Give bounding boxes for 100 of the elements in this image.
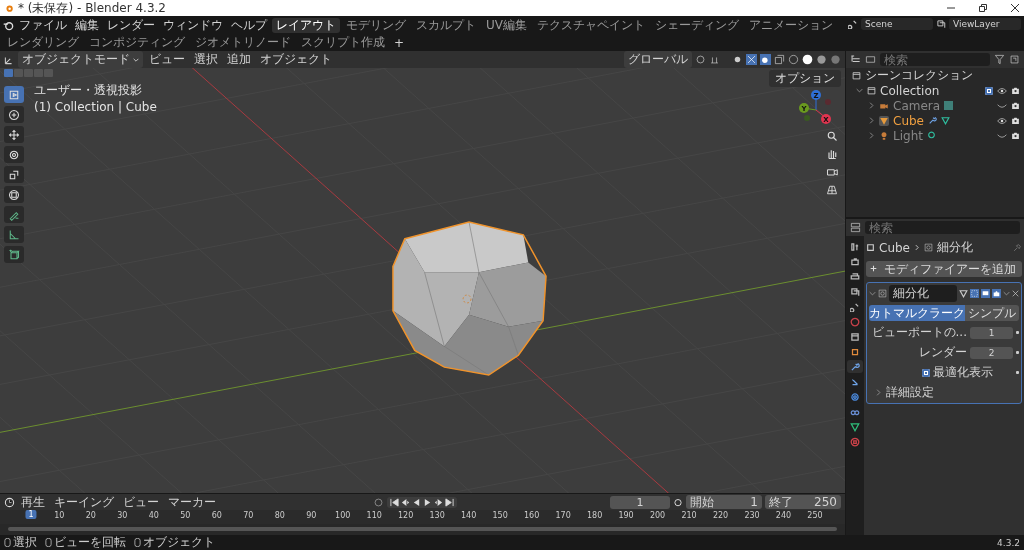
wireframe-shading-icon[interactable] <box>788 54 799 65</box>
tool-button[interactable] <box>4 206 24 223</box>
add-workspace-button[interactable]: + <box>391 35 408 50</box>
tree-item[interactable]: Camera <box>893 98 941 113</box>
camera-icon[interactable] <box>992 289 1001 298</box>
solid-shading-icon[interactable] <box>802 54 813 65</box>
exclude-checkbox[interactable] <box>985 86 993 95</box>
number-field[interactable]: 1 <box>970 326 1013 339</box>
menu-item[interactable]: 再生 <box>18 493 48 511</box>
mode-dropdown[interactable]: オブジェクトモード <box>18 51 143 68</box>
camera-icon[interactable] <box>1011 116 1020 125</box>
eye-icon[interactable] <box>997 86 1007 95</box>
hand-icon[interactable] <box>826 148 838 160</box>
tool-button[interactable] <box>4 226 24 243</box>
eye-icon[interactable] <box>997 116 1007 125</box>
workspace-tab[interactable]: スカルプト <box>412 18 480 33</box>
rendered-shading-icon[interactable] <box>830 54 841 65</box>
camera-icon[interactable] <box>1011 131 1020 140</box>
pivot-icon[interactable] <box>695 54 706 65</box>
blender-logo-icon[interactable] <box>3 20 14 31</box>
visibility-icon[interactable] <box>732 54 743 65</box>
menu-item[interactable]: キーイング <box>51 493 117 511</box>
menu-item[interactable]: 編集 <box>72 17 102 34</box>
scrollbar[interactable] <box>8 527 837 531</box>
number-field[interactable]: 2 <box>970 346 1013 359</box>
workspace-tab[interactable]: スクリプト作成 <box>297 35 389 50</box>
camera-icon[interactable] <box>826 166 838 178</box>
menu-item[interactable]: 追加 <box>224 51 254 68</box>
workspace-tab[interactable]: シェーディング <box>651 18 743 33</box>
jump-end-icon[interactable] <box>444 497 454 507</box>
editor-type-icon[interactable] <box>4 54 15 65</box>
tool-button[interactable] <box>4 186 24 203</box>
gizmo-toggle-icon[interactable] <box>746 54 757 65</box>
clock-icon[interactable] <box>4 496 15 508</box>
current-frame-field[interactable]: 1 <box>610 495 670 509</box>
workspace-tab[interactable]: UV編集 <box>482 18 531 33</box>
menu-item[interactable]: マーカー <box>165 493 219 511</box>
tree-item[interactable]: Collection <box>880 83 940 98</box>
new-collection-icon[interactable] <box>1009 54 1020 65</box>
scene-field[interactable]: Scene <box>861 18 933 30</box>
view-layer-field[interactable]: ViewLayer <box>949 18 1021 30</box>
orientation-dropdown[interactable]: グローバル <box>624 51 692 68</box>
overlay-icon[interactable] <box>760 54 771 65</box>
workspace-tab[interactable]: レンダリング <box>3 35 83 50</box>
menu-item[interactable]: ヘルプ <box>228 17 270 34</box>
search-field[interactable]: 検索 <box>865 221 1020 234</box>
tool-button[interactable] <box>4 126 24 143</box>
workspace-tab[interactable]: レイアウト <box>272 18 340 33</box>
display-mode-icon[interactable] <box>865 54 876 65</box>
workspace-tab[interactable]: モデリング <box>342 18 410 33</box>
checkbox[interactable] <box>922 368 930 377</box>
menu-item[interactable]: ビュー <box>120 493 162 511</box>
tree-item[interactable]: Cube <box>893 113 924 128</box>
play-icon[interactable] <box>422 497 432 507</box>
tree-item[interactable]: シーンコレクション <box>865 67 973 84</box>
playhead[interactable]: 1 <box>25 510 37 519</box>
editor-type-icon[interactable] <box>850 54 861 65</box>
menu-item[interactable]: レンダー <box>104 17 158 34</box>
mesh-data-icon[interactable] <box>941 116 950 125</box>
modifier-tab[interactable] <box>847 360 863 373</box>
next-key-icon[interactable] <box>433 497 443 507</box>
grid-icon[interactable] <box>826 184 838 196</box>
menu-item[interactable]: オブジェクト <box>257 51 335 68</box>
monitor-icon[interactable] <box>981 289 990 298</box>
camera-icon[interactable] <box>1011 86 1020 95</box>
zoom-icon[interactable] <box>826 130 838 142</box>
menu-item[interactable]: 選択 <box>191 51 221 68</box>
search-field[interactable]: 検索 <box>880 53 990 66</box>
xray-icon[interactable] <box>774 54 785 65</box>
end-frame-field[interactable]: 終了 250 <box>765 495 841 509</box>
tool-button[interactable] <box>4 146 24 163</box>
snap-icon[interactable] <box>709 54 720 65</box>
menu-item[interactable]: ファイル <box>16 17 70 34</box>
options-button[interactable]: オプション <box>769 70 841 87</box>
subpanel-header[interactable]: 詳細設定 <box>886 384 934 401</box>
jump-start-icon[interactable] <box>389 497 399 507</box>
start-frame-field[interactable]: 開始 1 <box>686 495 762 509</box>
cube-mesh-drawing[interactable] <box>390 218 550 378</box>
camera-icon[interactable] <box>1011 101 1020 110</box>
tool-button[interactable] <box>4 106 24 123</box>
record-icon[interactable] <box>372 496 384 508</box>
close-icon[interactable] <box>1010 3 1020 13</box>
restore-icon[interactable] <box>978 3 988 13</box>
edit-cage-icon[interactable] <box>959 289 968 298</box>
menu-item[interactable]: ビュー <box>146 51 188 68</box>
filter-icon[interactable] <box>994 54 1005 65</box>
subdivision-method-button[interactable]: カトマルクラーク <box>869 305 965 321</box>
prev-key-icon[interactable] <box>400 497 410 507</box>
tool-button[interactable] <box>4 86 24 103</box>
tree-item[interactable]: Light <box>893 128 923 143</box>
menu-item[interactable]: ウィンドウ <box>160 17 226 34</box>
add-modifier-button[interactable]: モディファイアーを追加 <box>866 261 1022 277</box>
view-layer-icon[interactable] <box>936 19 946 29</box>
camera-data-icon[interactable] <box>944 101 954 110</box>
tool-button[interactable] <box>4 246 24 263</box>
workspace-tab[interactable]: コンポジティング <box>85 35 189 50</box>
subdivision-method-button[interactable]: シンプル <box>965 305 1019 321</box>
data-tab[interactable] <box>847 420 863 433</box>
light-data-icon[interactable] <box>926 131 936 140</box>
workspace-tab[interactable]: ジオメトリノード <box>191 35 295 50</box>
